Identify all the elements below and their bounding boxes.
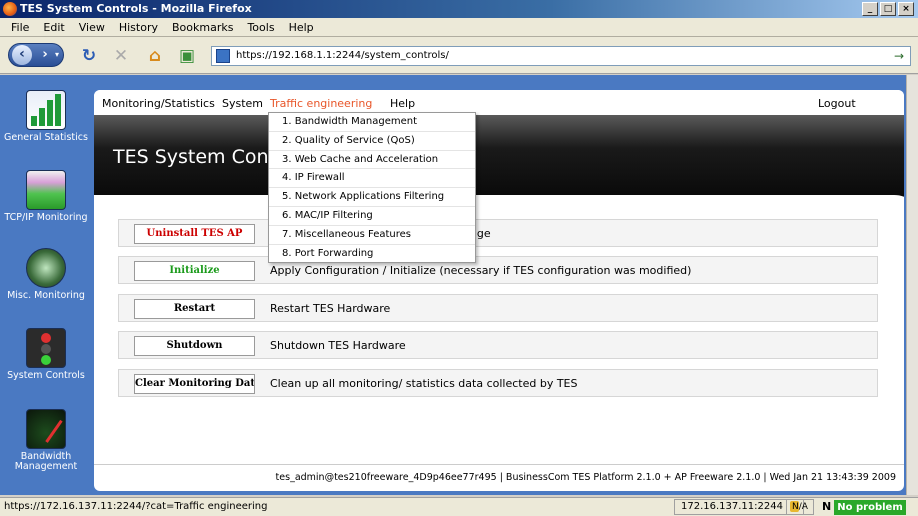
action-row-shutdown: Shutdown Shutdown TES Hardware xyxy=(118,331,878,359)
bar-chart-icon xyxy=(26,90,66,130)
traffic-graph-icon xyxy=(26,170,66,210)
status-bar: https://172.16.137.11:2244/?cat=Traffic … xyxy=(0,497,918,516)
status-ip-panel: 172.16.137.11:2244 xyxy=(674,499,804,515)
traffic-engineering-dropdown: 1. Bandwidth Management 2. Quality of Se… xyxy=(268,112,476,263)
go-arrow-icon[interactable]: → xyxy=(894,47,904,65)
action-row-initialize: Initialize Apply Configuration / Initial… xyxy=(118,256,878,284)
address-bar[interactable]: https://192.168.1.1:2244/system_controls… xyxy=(211,46,911,66)
sidebar: General Statistics TCP/IP Monitoring Mis… xyxy=(0,75,92,495)
sidebar-item-tcp-ip-monitoring[interactable]: TCP/IP Monitoring xyxy=(0,170,92,223)
status-badge[interactable]: No problem xyxy=(834,500,906,515)
dropdown-item-mac-ip-filtering[interactable]: 6. MAC/IP Filtering xyxy=(269,207,475,226)
menu-file[interactable]: File xyxy=(4,21,36,34)
main-panel: Monitoring/Statistics System Traffic eng… xyxy=(94,90,904,491)
shutdown-button[interactable]: Shutdown xyxy=(134,336,255,356)
maximize-button[interactable]: □ xyxy=(880,2,896,16)
dropdown-item-ip-firewall[interactable]: 4. IP Firewall xyxy=(269,169,475,189)
window-title: TES System Controls - Mozilla Firefox xyxy=(20,2,252,15)
stop-icon[interactable]: ✕ xyxy=(112,47,130,65)
nav-monitoring-statistics[interactable]: Monitoring/Statistics xyxy=(102,97,215,110)
navigation-toolbar: ‹ › ▾ ↻ ✕ ⌂ ▣ https://192.168.1.1:2244/s… xyxy=(0,37,918,74)
sidebar-item-label: Misc. Monitoring xyxy=(7,290,85,301)
forward-icon[interactable]: › xyxy=(35,45,55,65)
action-description: Shutdown TES Hardware xyxy=(270,339,406,352)
window-titlebar: TES System Controls - Mozilla Firefox _ … xyxy=(0,0,918,18)
back-forward-group: ‹ › ▾ xyxy=(8,43,64,67)
sidebar-item-bandwidth-management[interactable]: Bandwidth Management xyxy=(0,409,92,472)
action-description: Clean up all monitoring/ statistics data… xyxy=(270,377,578,390)
dropdown-item-bandwidth-management[interactable]: 1. Bandwidth Management xyxy=(269,113,475,132)
page-content: General Statistics TCP/IP Monitoring Mis… xyxy=(0,75,918,495)
sidebar-item-general-statistics[interactable]: General Statistics xyxy=(0,90,92,143)
history-dropdown-icon[interactable]: ▾ xyxy=(55,45,59,65)
status-link-url: https://172.16.137.11:2244/?cat=Traffic … xyxy=(4,501,268,512)
reload-icon[interactable]: ↻ xyxy=(80,47,98,65)
action-row-restart: Restart Restart TES Hardware xyxy=(118,294,878,322)
back-icon[interactable]: ‹ xyxy=(12,45,32,65)
footer-divider xyxy=(94,464,904,465)
restart-button[interactable]: Restart xyxy=(134,299,255,319)
dropdown-item-qos[interactable]: 2. Quality of Service (QoS) xyxy=(269,132,475,151)
dropdown-item-miscellaneous-features[interactable]: 7. Miscellaneous Features xyxy=(269,226,475,245)
address-url[interactable]: https://192.168.1.1:2244/system_controls… xyxy=(236,50,449,61)
clear-monitoring-data-button[interactable]: Clear Monitoring Data xyxy=(134,374,255,394)
action-description: Apply Configuration / Initialize (necess… xyxy=(270,264,692,277)
logout-link[interactable]: Logout xyxy=(818,97,856,110)
menu-view[interactable]: View xyxy=(72,21,112,34)
action-row-clear-monitoring: Clear Monitoring Data Clean up all monit… xyxy=(118,369,878,397)
sidebar-item-label: TCP/IP Monitoring xyxy=(4,212,88,223)
action-row-uninstall: Uninstall TES AP kage xyxy=(118,219,878,247)
firefox-icon xyxy=(3,2,17,16)
close-button[interactable]: × xyxy=(898,2,914,16)
status-ip: 172.16.137.11:2244 xyxy=(681,501,783,512)
footer-info: tes_admin@tes210freeware_4D9p46ee77r495 … xyxy=(275,472,896,483)
top-navigation: Monitoring/Statistics System Traffic eng… xyxy=(94,90,904,115)
nav-help[interactable]: Help xyxy=(390,97,415,110)
add-bookmark-icon[interactable]: ▣ xyxy=(178,47,196,65)
minimize-button[interactable]: _ xyxy=(862,2,878,16)
window-controls: _ □ × xyxy=(862,2,914,16)
radar-icon xyxy=(26,248,66,288)
gauge-icon xyxy=(26,409,66,449)
status-na: N/A xyxy=(786,499,814,515)
status-n-label: N xyxy=(822,500,832,513)
uninstall-tes-ap-button[interactable]: Uninstall TES AP xyxy=(134,224,255,244)
site-icon xyxy=(216,49,230,63)
sidebar-item-label: General Statistics xyxy=(4,132,88,143)
menu-help[interactable]: Help xyxy=(282,21,321,34)
traffic-light-icon xyxy=(26,328,66,368)
menu-bookmarks[interactable]: Bookmarks xyxy=(165,21,240,34)
sidebar-item-label: Bandwidth Management xyxy=(14,451,78,472)
nav-system[interactable]: System xyxy=(222,97,263,110)
sidebar-item-system-controls[interactable]: System Controls xyxy=(0,328,92,381)
page-banner: TES System Contr xyxy=(94,115,904,255)
home-icon[interactable]: ⌂ xyxy=(146,47,164,65)
action-description: Restart TES Hardware xyxy=(270,302,391,315)
menu-edit[interactable]: Edit xyxy=(36,21,71,34)
dropdown-item-web-cache[interactable]: 3. Web Cache and Acceleration xyxy=(269,151,475,170)
nav-traffic-engineering[interactable]: Traffic engineering xyxy=(270,97,372,110)
vertical-scrollbar[interactable] xyxy=(906,75,918,495)
initialize-button[interactable]: Initialize xyxy=(134,261,255,281)
menu-bar: File Edit View History Bookmarks Tools H… xyxy=(0,18,918,37)
dropdown-item-port-forwarding[interactable]: 8. Port Forwarding xyxy=(269,245,475,264)
menu-tools[interactable]: Tools xyxy=(240,21,281,34)
sidebar-item-label: System Controls xyxy=(7,370,85,381)
dropdown-item-network-applications-filtering[interactable]: 5. Network Applications Filtering xyxy=(269,188,475,207)
menu-history[interactable]: History xyxy=(112,21,165,34)
sidebar-item-misc-monitoring[interactable]: Misc. Monitoring xyxy=(0,248,92,301)
page-title: TES System Contr xyxy=(113,146,284,168)
